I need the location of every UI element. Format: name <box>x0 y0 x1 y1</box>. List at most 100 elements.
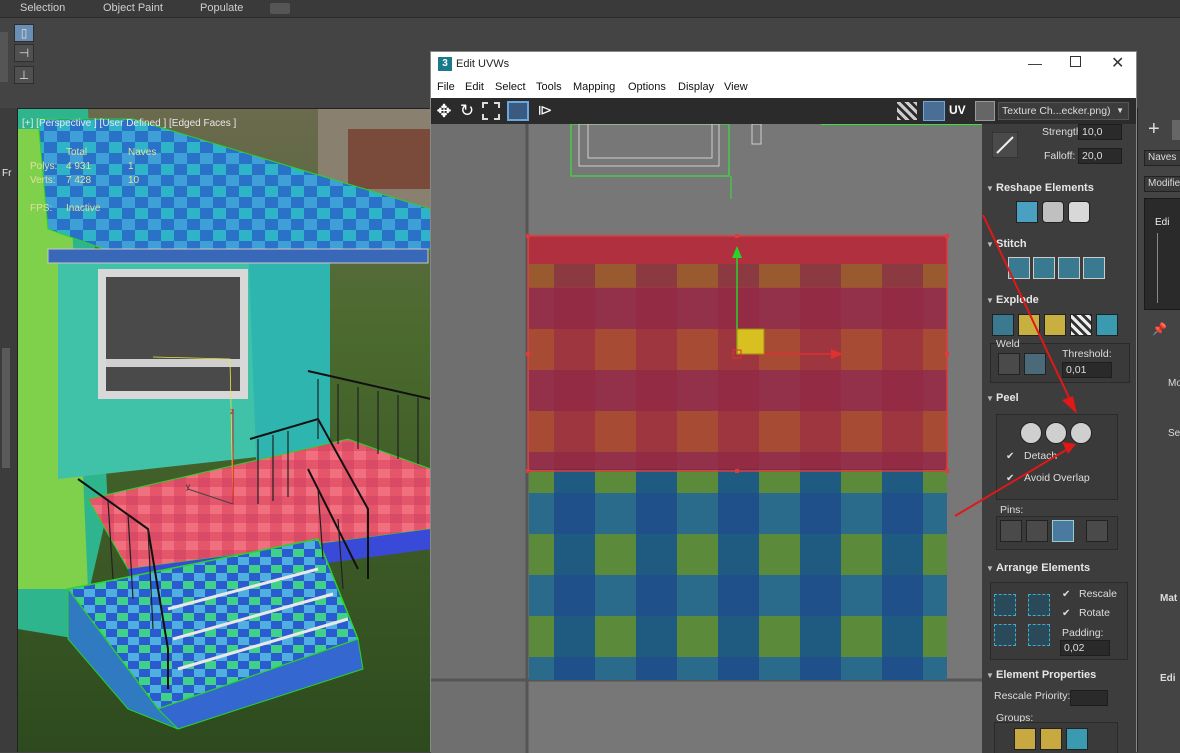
threshold-spinner[interactable]: 0,01 <box>1062 362 1112 378</box>
camera-dropdown-icon[interactable] <box>270 3 290 14</box>
flatten-checker-icon[interactable] <box>1070 314 1092 336</box>
pack-custom-icon[interactable] <box>994 594 1016 616</box>
menu-file[interactable]: File <box>437 81 455 93</box>
cube-icon[interactable] <box>1068 201 1090 223</box>
menu-options[interactable]: Options <box>628 81 666 93</box>
stitch-average-icon[interactable] <box>1058 257 1080 279</box>
padding-spinner[interactable]: 0,02 <box>1060 640 1110 656</box>
stitch-custom-icon[interactable] <box>1008 257 1030 279</box>
rescale-checkbox[interactable]: ✔ <box>1062 590 1072 600</box>
flatten-icon[interactable] <box>1044 314 1066 336</box>
straighten-icon[interactable] <box>1016 201 1038 223</box>
element-properties-rollout-header[interactable]: ▼ Element Properties <box>986 669 1132 687</box>
texture-dropdown[interactable]: Texture Ch...ecker.png) ▼ <box>998 102 1129 120</box>
perspective-viewport[interactable]: z y [+] [Perspective ] [User Defined ] [… <box>18 108 431 752</box>
menu-select[interactable]: Select <box>495 81 526 93</box>
avoid-overlap-checkbox[interactable]: ✔ <box>1006 474 1016 484</box>
uv-channel-label[interactable]: UV <box>949 103 966 117</box>
pack-normalize-icon[interactable] <box>1028 594 1050 616</box>
stitch-target-icon[interactable] <box>1083 257 1105 279</box>
collapse-icon: ▼ <box>986 564 994 573</box>
mirror-icon[interactable]: ⧐ <box>535 101 555 121</box>
maximize-icon[interactable] <box>1070 56 1081 67</box>
show-map-icon[interactable] <box>923 101 945 121</box>
menu-tools[interactable]: Tools <box>536 81 562 93</box>
break-icon[interactable] <box>992 314 1014 336</box>
rescale-priority-spinner[interactable] <box>1070 690 1108 706</box>
edit-rollout-label[interactable]: Edi <box>1160 673 1176 684</box>
modifier-list-dropdown[interactable]: Modifier <box>1144 176 1180 192</box>
detach-edge-icon[interactable] <box>1018 314 1040 336</box>
stack-item-edit[interactable]: Edi <box>1155 217 1169 228</box>
menu-mapping[interactable]: Mapping <box>573 81 615 93</box>
freeform-icon[interactable] <box>507 101 529 121</box>
material-rollout-label[interactable]: Mat <box>1160 593 1177 604</box>
viewport-label[interactable]: [+] [Perspective ] [User Defined ] [Edge… <box>22 118 236 129</box>
tool-lock-icon[interactable]: ▯ <box>14 24 34 42</box>
create-plus-icon[interactable]: + <box>1148 118 1160 141</box>
weld-all-icon[interactable] <box>1024 353 1046 375</box>
stats-verts-naves: 10 <box>128 175 140 186</box>
menu-display[interactable]: Display <box>678 81 714 93</box>
pin-selected-icon[interactable] <box>1026 520 1048 542</box>
modifier-stack[interactable]: Edi <box>1144 198 1180 310</box>
main-menu-bar: Selection Object Paint Populate <box>0 0 1180 18</box>
tab-object-paint[interactable]: Object Paint <box>103 2 163 14</box>
close-icon[interactable]: ✕ <box>1111 53 1124 73</box>
strength-spinner[interactable]: 10,0 <box>1078 124 1122 140</box>
relax-icon[interactable] <box>1042 201 1064 223</box>
reshape-rollout-header[interactable]: ▼ Reshape Elements <box>986 182 1132 200</box>
weld-selected-icon[interactable] <box>998 353 1020 375</box>
tab-selection[interactable]: Selection <box>20 2 65 14</box>
edit-uvw-window: 3 Edit UVWs — ✕ File Edit Select Tools M… <box>430 51 1137 753</box>
settings-gear-icon[interactable] <box>975 101 995 121</box>
group-select-icon[interactable] <box>1014 728 1036 750</box>
group-ungroup-icon[interactable] <box>1040 728 1062 750</box>
peel-rollout-header[interactable]: ▼ Peel <box>986 392 1132 410</box>
stats-verts-total: 7 428 <box>66 175 92 186</box>
reset-peel-icon[interactable] <box>1070 422 1092 444</box>
ribbon-left-edge <box>0 32 8 82</box>
tool-align-icon[interactable]: ⊣ <box>14 44 34 62</box>
scale-icon[interactable] <box>482 102 500 120</box>
rotate-icon[interactable]: ↻ <box>457 101 477 121</box>
detach-checkbox[interactable]: ✔ <box>1006 452 1016 462</box>
explode-elements-icon[interactable] <box>1096 314 1118 336</box>
object-name-field[interactable]: Naves <box>1144 150 1180 166</box>
collapse-icon: ▼ <box>986 184 994 193</box>
collapse-icon: ▼ <box>986 240 994 249</box>
left-scrollbar[interactable] <box>2 348 10 468</box>
pack-together-icon[interactable] <box>994 624 1016 646</box>
stitch-rollout-header[interactable]: ▼ Stitch <box>986 238 1132 256</box>
stats-polys-naves: 1 <box>128 161 134 172</box>
edit-pins-icon[interactable] <box>1000 520 1022 542</box>
auto-pin-icon[interactable] <box>1086 520 1108 542</box>
move-icon[interactable]: ✥ <box>434 101 454 121</box>
menu-view[interactable]: View <box>724 81 748 93</box>
falloff-spinner[interactable]: 20,0 <box>1078 148 1122 164</box>
minimize-icon[interactable]: — <box>1028 55 1042 71</box>
avoid-overlap-label: Avoid Overlap <box>1024 472 1090 484</box>
unpin-icon[interactable] <box>1052 520 1074 542</box>
group-elements-icon[interactable] <box>1066 728 1088 750</box>
tool-pivot-icon[interactable]: ⊥ <box>14 66 34 84</box>
checker-icon[interactable] <box>897 102 917 120</box>
collapse-icon: ▼ <box>986 394 994 403</box>
peel-mode-icon[interactable] <box>1045 422 1067 444</box>
uvw-menu-bar: File Edit Select Tools Mapping Options D… <box>431 78 1136 98</box>
relax-brush-icon[interactable] <box>992 132 1018 158</box>
uv-canvas[interactable] <box>431 124 982 753</box>
explode-rollout-header[interactable]: ▼ Explode <box>986 294 1132 312</box>
stitch-source-icon[interactable] <box>1033 257 1055 279</box>
uvw-title-bar[interactable]: 3 Edit UVWs — ✕ <box>431 52 1136 78</box>
rotate-checkbox[interactable]: ✔ <box>1062 609 1072 619</box>
quick-peel-icon[interactable] <box>1020 422 1042 444</box>
arrange-rollout-header[interactable]: ▼ Arrange Elements <box>986 562 1132 580</box>
menu-edit[interactable]: Edit <box>465 81 484 93</box>
pack-rescale-icon[interactable] <box>1028 624 1050 646</box>
command-panel: + Naves Modifier Edi 📌 Mo Sel Mat Edi <box>1137 108 1180 752</box>
tab-populate[interactable]: Populate <box>200 2 243 14</box>
uv-canvas-drawing <box>431 124 982 753</box>
pin-stack-icon[interactable]: 📌 <box>1152 322 1167 336</box>
modify-tab-icon[interactable] <box>1172 120 1180 140</box>
